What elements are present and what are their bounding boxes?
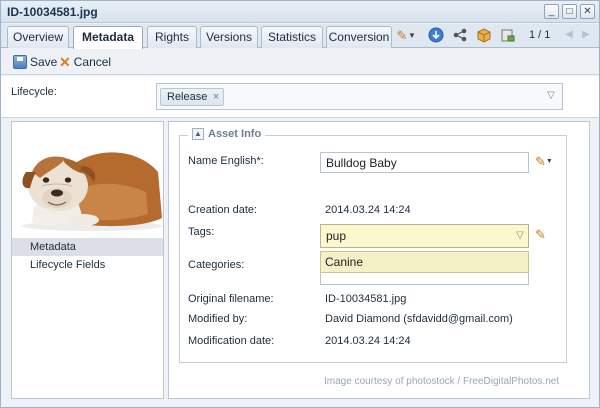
maximize-button[interactable]: □ bbox=[562, 4, 577, 19]
tab-bar: Overview Metadata Rights Versions Statis… bbox=[1, 24, 599, 49]
window-title: ID-10034581.jpg bbox=[7, 5, 98, 19]
lifecycle-label: Lifecycle: bbox=[11, 86, 57, 98]
cancel-icon: ✕ bbox=[59, 54, 71, 70]
categories-label: Categories: bbox=[188, 259, 245, 271]
name-label: Name English*: bbox=[188, 155, 264, 167]
title-bar: ID-10034581.jpg _ □ ✕ bbox=[1, 1, 599, 23]
window-controls: _ □ ✕ bbox=[544, 4, 595, 19]
modification-date-label: Modification date: bbox=[188, 335, 275, 347]
save-icon bbox=[13, 55, 27, 69]
asset-info-fieldset: ▲ Asset Info Name English*: ✎▼ Creation … bbox=[179, 128, 567, 363]
tags-suggestion-item[interactable]: Canine bbox=[320, 251, 529, 273]
original-filename-label: Original filename: bbox=[188, 293, 274, 305]
sidebar-nav: Metadata Lifecycle Fields bbox=[12, 238, 163, 274]
save-button[interactable]: Save bbox=[13, 54, 57, 70]
lifecycle-select[interactable]: Release × ▽ bbox=[156, 83, 563, 110]
asset-window: ID-10034581.jpg _ □ ✕ Overview Metadata … bbox=[0, 0, 600, 408]
asset-info-title: Asset Info bbox=[208, 128, 262, 140]
sidebar-item-lifecycle-fields[interactable]: Lifecycle Fields bbox=[12, 256, 163, 274]
save-label: Save bbox=[30, 55, 58, 69]
sidebar-item-metadata[interactable]: Metadata bbox=[12, 238, 163, 256]
dropdown-arrow-icon[interactable]: ▽ bbox=[545, 90, 557, 102]
cancel-label: Cancel bbox=[73, 55, 112, 69]
modified-by-label: Modified by: bbox=[188, 313, 248, 325]
lifecycle-row: Lifecycle: Release × ▽ bbox=[1, 76, 599, 118]
creation-date-label: Creation date: bbox=[188, 204, 258, 216]
categories-input[interactable] bbox=[320, 273, 529, 285]
tab-overview[interactable]: Overview bbox=[7, 26, 69, 48]
chevron-down-icon[interactable]: ▼ bbox=[407, 27, 417, 45]
minimize-button[interactable]: _ bbox=[544, 4, 559, 19]
page-indicator: 1 / 1 bbox=[529, 29, 551, 41]
tags-dropdown-arrow-icon[interactable]: ▽ bbox=[514, 230, 526, 242]
image-credit: Image courtesy of photostock / FreeDigit… bbox=[324, 376, 560, 387]
edit-document-icon[interactable] bbox=[499, 27, 517, 45]
original-filename-value: ID-10034581.jpg bbox=[325, 293, 407, 305]
tab-rights[interactable]: Rights bbox=[147, 26, 197, 48]
download-icon[interactable] bbox=[427, 27, 445, 45]
cancel-button[interactable]: ✕ Cancel bbox=[59, 54, 111, 70]
tab-versions[interactable]: Versions bbox=[200, 26, 258, 48]
lifecycle-chip-label: Release bbox=[167, 91, 208, 103]
modification-date-value: 2014.03.24 14:24 bbox=[325, 335, 411, 347]
name-input[interactable] bbox=[320, 152, 529, 173]
left-panel: Metadata Lifecycle Fields bbox=[11, 121, 164, 399]
tags-label: Tags: bbox=[188, 226, 215, 238]
action-bar: Save ✕ Cancel bbox=[1, 49, 599, 75]
tab-metadata[interactable]: Metadata bbox=[73, 26, 143, 49]
close-button[interactable]: ✕ bbox=[580, 4, 595, 19]
translate-edit-icon[interactable]: ✎▼ bbox=[535, 154, 553, 170]
package-icon[interactable] bbox=[475, 27, 493, 45]
collapse-icon[interactable]: ▲ bbox=[192, 128, 204, 140]
tags-edit-pencil-icon[interactable]: ✎ bbox=[535, 227, 551, 243]
right-panel: ▲ Asset Info Name English*: ✎▼ Creation … bbox=[168, 121, 590, 399]
creation-date-value: 2014.03.24 14:24 bbox=[325, 204, 411, 216]
asset-info-legend: ▲ Asset Info bbox=[188, 128, 266, 140]
tab-conversion[interactable]: Conversion bbox=[326, 26, 392, 48]
tags-input[interactable] bbox=[320, 224, 529, 248]
previous-arrow-icon[interactable]: ◀ bbox=[562, 28, 576, 42]
asset-thumbnail bbox=[12, 122, 163, 237]
share-icon[interactable] bbox=[451, 27, 469, 45]
tab-statistics[interactable]: Statistics bbox=[261, 26, 323, 48]
next-arrow-icon[interactable]: ▶ bbox=[579, 28, 593, 42]
modified-by-value: David Diamond (sfdavidd@gmail.com) bbox=[325, 313, 513, 325]
remove-chip-icon[interactable]: × bbox=[213, 89, 219, 105]
lifecycle-chip: Release × bbox=[160, 88, 225, 106]
